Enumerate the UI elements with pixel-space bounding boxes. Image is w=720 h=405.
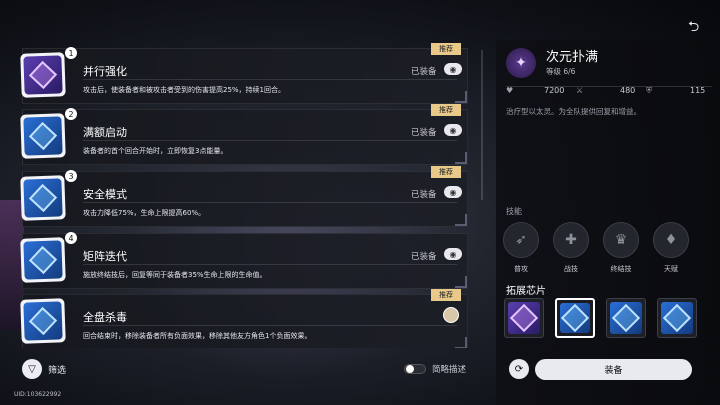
toggle-knob: [406, 365, 414, 373]
chip-name: 矩阵迭代: [83, 250, 127, 263]
chip-description: 施放终结技后，回复等同于装备者35%生命上限的生命值。: [83, 271, 267, 279]
filter-button[interactable]: ▽: [22, 359, 42, 379]
chip-card[interactable]: 4 矩阵迭代 已装备 ◉ 施放终结技后，回复等同于装备者35%生命上限的生命值。: [20, 232, 468, 289]
chip-name: 全盘杀毒: [83, 311, 127, 324]
divider: [83, 202, 457, 203]
recommend-badge: 推荐: [431, 166, 461, 178]
role-description: 治疗型以太灵。为全队提供回复和增益。: [506, 107, 641, 116]
chip-thumbnail: [20, 237, 66, 283]
filter-label: 筛选: [48, 366, 67, 376]
divider: [83, 264, 457, 265]
role-emblem-icon: ✦: [506, 48, 536, 78]
equip-order-number: 1: [65, 47, 77, 59]
skill-label: 战技: [564, 265, 578, 273]
eye-icon[interactable]: ◉: [444, 248, 462, 260]
eye-icon[interactable]: ◉: [444, 63, 462, 75]
skill-label: 天赋: [664, 265, 678, 273]
chip-thumbnail: [20, 298, 66, 344]
talent-icon[interactable]: ♦: [653, 222, 689, 258]
defense-value: 115: [690, 86, 706, 95]
equip-order-number: 4: [65, 232, 77, 244]
chip-thumbnail: [20, 175, 66, 221]
hp-value: 7200: [544, 86, 565, 95]
chip-card[interactable]: 2 满额启动 已装备 ◉ 装备者的首个回合开始时，立即恢复3点能量。 推荐: [20, 104, 468, 165]
equipped-status: 已装备: [411, 252, 437, 262]
swap-icon: ⟳: [514, 363, 524, 375]
chip-thumbnail: [20, 113, 66, 159]
equip-order-number: 3: [65, 170, 77, 182]
recommend-badge: 推荐: [431, 43, 461, 55]
eye-icon[interactable]: ◉: [444, 124, 462, 136]
chip-name: 安全模式: [83, 188, 127, 201]
chip-card[interactable]: 1 并行强化 已装备 ◉ 攻击后，使装备者和被攻击者受到的伤害提高25%，持续1…: [20, 43, 468, 104]
divider: [83, 325, 457, 326]
equipped-status: 已装备: [411, 190, 437, 200]
divider: [83, 79, 457, 80]
chip-description: 装备者的首个回合开始时，立即恢复3点能量。: [83, 147, 228, 155]
chip-name: 并行强化: [83, 65, 127, 78]
swap-button[interactable]: ⟳: [509, 359, 529, 379]
equip-order-number: 2: [65, 108, 77, 120]
hp-icon: ♥: [506, 86, 514, 95]
filter-icon: ▽: [28, 363, 36, 375]
role-name: 次元扑满: [546, 50, 599, 65]
chip-name: 满额启动: [83, 126, 127, 139]
chip-slot[interactable]: [555, 298, 595, 338]
chip-card[interactable]: 3 安全模式 已装备 ◉ 攻击力降低75%，生命上限提高60%。 推荐: [20, 166, 468, 227]
recommend-badge: 推荐: [431, 289, 461, 301]
defense-icon: ⛨: [646, 86, 652, 95]
skill-label: 终结技: [610, 265, 632, 273]
stats-divider: [506, 86, 712, 87]
equip-button[interactable]: 装备: [535, 359, 692, 380]
skill-icon[interactable]: ✚: [553, 222, 589, 258]
scrollbar[interactable]: [481, 50, 483, 200]
divider: [83, 140, 457, 141]
eye-icon[interactable]: ◉: [444, 186, 462, 198]
brief-description-label: 简略描述: [432, 365, 467, 375]
uid-text: UID:103622992: [14, 391, 62, 398]
equipped-character-avatar: [443, 307, 459, 323]
equipped-status: 已装备: [411, 128, 437, 138]
chip-description: 攻击力降低75%，生命上限提高60%。: [83, 209, 206, 217]
recommend-badge: 推荐: [431, 104, 461, 116]
role-detail-panel: [496, 40, 720, 405]
skills-label: 技能: [506, 207, 522, 216]
back-icon[interactable]: ⮌: [688, 16, 699, 40]
attack-icon: ⚔: [576, 86, 584, 95]
chip-thumbnail: [20, 52, 66, 98]
attack-value: 480: [620, 86, 636, 95]
chip-description: 攻击后，使装备者和被攻击者受到的伤害提高25%，持续1回合。: [83, 86, 286, 94]
normal-attack-icon[interactable]: ➶: [503, 222, 539, 258]
chip-slot[interactable]: [504, 298, 544, 338]
ultimate-icon[interactable]: ♛: [603, 222, 639, 258]
chip-description: 回合结束时，移除装备者所有负面效果，移除其他友方角色1个负面效果。: [83, 332, 312, 340]
role-level: 等级 6/6: [546, 67, 576, 76]
expansion-chips-label: 拓展芯片: [506, 286, 546, 297]
chip-slot[interactable]: [606, 298, 646, 338]
chip-list[interactable]: 1 并行强化 已装备 ◉ 攻击后，使装备者和被攻击者受到的伤害提高25%，持续1…: [18, 40, 468, 348]
chip-slot[interactable]: [657, 298, 697, 338]
equipped-status: 已装备: [411, 67, 437, 77]
skill-label: 普攻: [514, 265, 528, 273]
chip-card[interactable]: 全盘杀毒 回合结束时，移除装备者所有负面效果，移除其他友方角色1个负面效果。 推…: [20, 289, 468, 348]
